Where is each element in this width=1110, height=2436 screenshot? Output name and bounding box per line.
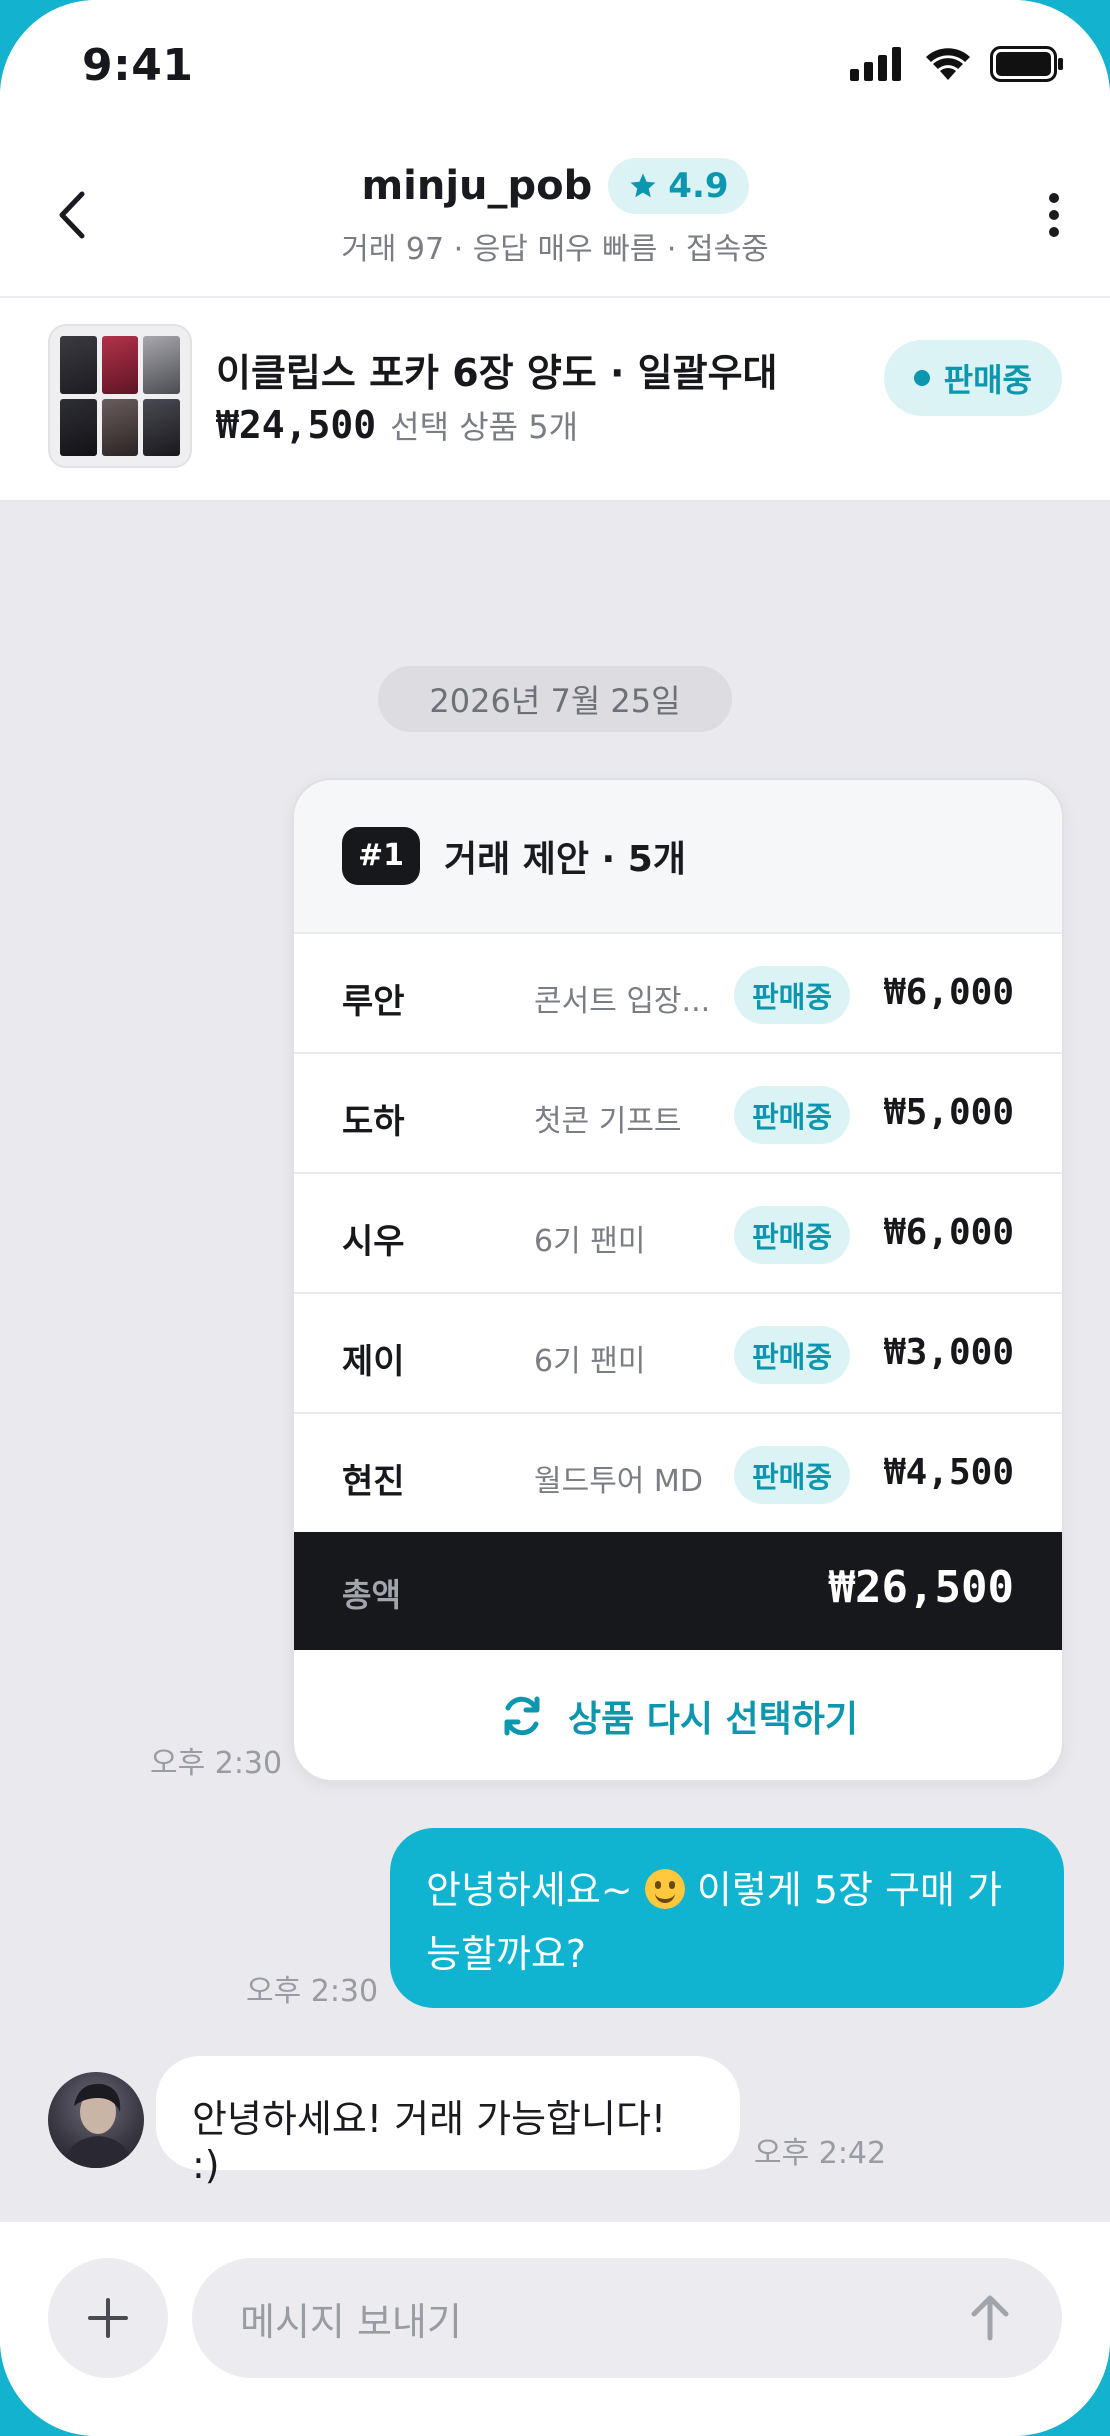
item-status-badge: 판매중 — [734, 1446, 851, 1504]
total-label: 총액 — [342, 1576, 401, 1614]
header-title-row: minju_pob 4.9 — [361, 158, 749, 214]
rating-badge: 4.9 — [608, 158, 749, 214]
offer-total-row: 총액 ₩26,500 — [294, 1532, 1062, 1650]
offer-item-row[interactable]: 현진 월드투어 MD 판매중 ₩4,500 — [294, 1412, 1062, 1532]
item-status-badge: 판매중 — [734, 966, 851, 1024]
message-placeholder: 메시지 보내기 — [240, 2299, 462, 2344]
phone-screen: 9:41 minju_pob 4.9 거래 97 · 응답 매우 빠름 · 접속… — [0, 0, 1110, 2436]
send-arrow-icon[interactable] — [958, 2286, 1022, 2350]
refresh-icon — [504, 1696, 540, 1736]
product-title: 이클립스 포카 6장 양도 · 일괄우대 — [216, 351, 778, 395]
item-price: ₩4,500 — [883, 1452, 1014, 1493]
item-status-badge: 판매중 — [734, 1086, 851, 1144]
outgoing-timestamp: 오후 2:30 — [246, 1974, 379, 2009]
offer-title: 거래 제안 · 5개 — [444, 839, 686, 880]
selected-count: 선택 상품 5개 — [390, 408, 579, 446]
item-price: ₩5,000 — [883, 1092, 1014, 1133]
add-attachment-button[interactable] — [48, 2258, 168, 2378]
item-desc: 월드투어 MD — [534, 1464, 703, 1499]
offer-number-badge: #1 — [342, 827, 421, 885]
item-name: 도하 — [342, 1102, 405, 1142]
item-desc: 첫콘 기프트 — [534, 1104, 682, 1139]
status-dot-icon — [913, 370, 930, 386]
product-bar[interactable]: 이클립스 포카 6장 양도 · 일괄우대 ₩24,500 선택 상품 5개 판매… — [0, 298, 1110, 502]
rating-value: 4.9 — [668, 166, 729, 206]
sale-status-label: 판매중 — [943, 361, 1032, 399]
offer-item-row[interactable]: 제이 6기 팬미 판매중 ₩3,000 — [294, 1292, 1062, 1412]
more-options-icon[interactable] — [1034, 182, 1074, 248]
item-name: 현진 — [342, 1462, 405, 1502]
reselect-label: 상품 다시 선택하기 — [567, 1699, 859, 1740]
total-value: ₩26,500 — [828, 1562, 1014, 1613]
item-status-badge: 판매중 — [734, 1326, 851, 1384]
item-status-badge: 판매중 — [734, 1206, 851, 1264]
product-price-row: ₩24,500 선택 상품 5개 — [216, 402, 578, 448]
reselect-button[interactable]: 상품 다시 선택하기 — [294, 1650, 1062, 1780]
item-desc: 6기 팬미 — [534, 1344, 646, 1379]
date-divider: 2026년 7월 25일 — [378, 666, 732, 732]
wifi-icon — [926, 48, 970, 80]
product-price: ₩24,500 — [216, 403, 377, 447]
battery-icon — [990, 46, 1063, 82]
item-desc: 6기 팬미 — [534, 1224, 646, 1259]
smile-emoji-icon — [644, 1869, 685, 1909]
item-name: 제이 — [342, 1342, 405, 1382]
message-input[interactable]: 메시지 보내기 — [192, 2258, 1062, 2378]
item-price: ₩6,000 — [883, 972, 1014, 1013]
status-bar: 9:41 — [0, 0, 1110, 132]
star-icon — [630, 173, 656, 198]
outgoing-text-part: 안녕하세요~ — [426, 1868, 645, 1912]
item-price: ₩3,000 — [883, 1332, 1014, 1373]
sale-status-badge: 판매중 — [883, 340, 1062, 416]
item-name: 루안 — [342, 982, 405, 1022]
offer-header: #1 거래 제안 · 5개 — [294, 780, 1062, 932]
offer-item-row[interactable]: 루안 콘서트 입장... 판매중 ₩6,000 — [294, 932, 1062, 1052]
signal-icon — [850, 47, 901, 81]
outgoing-message-bubble: 안녕하세요~ 이렇게 5장 구매 가능할까요? — [390, 1828, 1064, 2008]
incoming-timestamp: 오후 2:42 — [754, 2136, 887, 2171]
status-icons — [850, 46, 1064, 82]
offer-item-row[interactable]: 시우 6기 팬미 판매중 ₩6,000 — [294, 1172, 1062, 1292]
header-center: minju_pob 4.9 거래 97 · 응답 매우 빠름 · 접속중 — [0, 158, 1110, 268]
seller-name[interactable]: minju_pob — [361, 163, 592, 209]
seller-avatar[interactable] — [48, 2072, 144, 2168]
item-price: ₩6,000 — [883, 1212, 1014, 1253]
offer-timestamp: 오후 2:30 — [150, 1746, 283, 1781]
item-name: 시우 — [342, 1222, 405, 1262]
avatar-figure — [62, 2083, 134, 2168]
trade-offer-card: #1 거래 제안 · 5개 루안 콘서트 입장... 판매중 ₩6,000 도하… — [292, 778, 1064, 1782]
offer-item-row[interactable]: 도하 첫콘 기프트 판매중 ₩5,000 — [294, 1052, 1062, 1172]
incoming-message-bubble: 안녕하세요! 거래 가능합니다! :) — [156, 2056, 740, 2187]
status-time: 9:41 — [82, 40, 194, 91]
message-input-bar: 메시지 보내기 — [0, 2220, 1110, 2436]
product-thumbnail — [48, 324, 192, 468]
seller-subtitle: 거래 97 · 응답 매우 빠름 · 접속중 — [341, 232, 769, 267]
item-desc: 콘서트 입장... — [534, 984, 711, 1019]
plus-icon — [88, 2298, 128, 2338]
chat-header: minju_pob 4.9 거래 97 · 응답 매우 빠름 · 접속중 — [0, 132, 1110, 298]
